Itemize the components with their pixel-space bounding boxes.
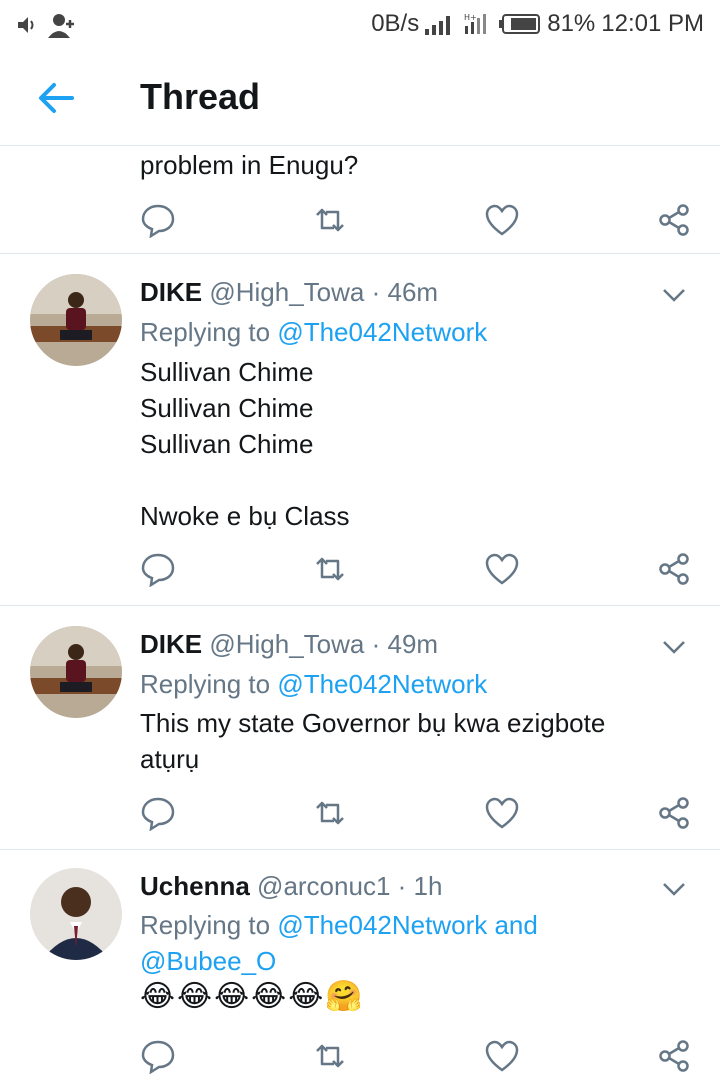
reply-icon[interactable]: [140, 1038, 176, 1074]
partial-tweet: problem in Enugu?: [0, 147, 720, 254]
status-bar: 0B/s H+ 81% 12:01 PM: [0, 0, 720, 50]
tweet-line: [140, 462, 700, 498]
retweet-icon[interactable]: [312, 202, 348, 238]
display-name[interactable]: DIKE: [140, 277, 202, 307]
like-icon[interactable]: [484, 551, 520, 587]
avatar[interactable]: [30, 868, 122, 960]
avatar[interactable]: [30, 274, 122, 366]
share-icon[interactable]: [656, 795, 692, 831]
tweet-line: Sullivan Chime: [140, 393, 314, 423]
add-user-icon: [48, 14, 74, 38]
volume-icon: [18, 17, 34, 33]
tweet-line: Sullivan Chime: [140, 357, 314, 387]
tweet-text: problem in Enugu?: [140, 150, 359, 180]
tweet-emojis: 😂😂😂😂😂🤗: [140, 980, 365, 1013]
user-handle: @arconuc1: [257, 871, 391, 901]
reply-icon[interactable]: [140, 551, 176, 587]
signal-hplus-icon: H+: [464, 13, 487, 34]
tweet-actions: [140, 551, 700, 591]
tweet-text: Sullivan Chime Sullivan Chime Sullivan C…: [140, 354, 700, 534]
tweet-line: This my state Governor bụ kwa ezigbote: [140, 708, 606, 738]
like-icon[interactable]: [484, 795, 520, 831]
svg-text:H+: H+: [464, 13, 477, 22]
avatar[interactable]: [30, 626, 122, 718]
chevron-down-icon[interactable]: [662, 881, 686, 897]
retweet-icon[interactable]: [312, 795, 348, 831]
reply-icon[interactable]: [140, 795, 176, 831]
app-bar: Thread: [0, 50, 720, 146]
user-handle: @High_Towa: [209, 277, 365, 307]
tweet-line: atụrụ: [140, 744, 200, 774]
replying-label: Replying to: [140, 317, 271, 347]
page-title: Thread: [140, 76, 261, 117]
back-arrow-icon[interactable]: [36, 80, 76, 116]
signal-icon: [425, 16, 451, 35]
replying-label: Replying to: [140, 910, 271, 940]
tweet[interactable]: DIKE @High_Towa · 49m Replying to @The04…: [0, 607, 720, 850]
battery-icon: [499, 14, 541, 34]
tweet-time: · 49m: [371, 629, 439, 659]
chevron-down-icon[interactable]: [662, 287, 686, 303]
reply-mention-link[interactable]: @The042Network and: [277, 910, 538, 940]
replying-label: Replying to: [140, 669, 271, 699]
tweet-time: · 1h: [397, 871, 443, 901]
tweet-time: · 46m: [371, 277, 439, 307]
reply-icon[interactable]: [140, 202, 176, 238]
tweet[interactable]: Uchenna @arconuc1 · 1h Replying to @The0…: [0, 851, 720, 1091]
network-speed: 0B/s: [371, 10, 420, 37]
reply-mention-link[interactable]: @The042Network: [277, 669, 487, 699]
tweet-actions: [140, 795, 700, 835]
retweet-icon[interactable]: [312, 1038, 348, 1074]
battery-percent: 81%: [547, 10, 596, 37]
share-icon[interactable]: [656, 202, 692, 238]
tweet-line: Sullivan Chime: [140, 429, 314, 459]
display-name[interactable]: DIKE: [140, 629, 202, 659]
reply-mention-link[interactable]: @Bubee_O: [140, 946, 276, 976]
user-handle: @High_Towa: [209, 629, 365, 659]
like-icon[interactable]: [484, 202, 520, 238]
tweet-actions: [140, 1038, 700, 1078]
display-name[interactable]: Uchenna: [140, 871, 250, 901]
chevron-down-icon[interactable]: [662, 639, 686, 655]
tweet-text: This my state Governor bụ kwa ezigbote a…: [140, 705, 700, 777]
tweet-line: Nwoke e bụ Class: [140, 501, 350, 531]
tweet[interactable]: DIKE @High_Towa · 46m Replying to @The04…: [0, 255, 720, 606]
share-icon[interactable]: [656, 551, 692, 587]
like-icon[interactable]: [484, 1038, 520, 1074]
share-icon[interactable]: [656, 1038, 692, 1074]
retweet-icon[interactable]: [312, 551, 348, 587]
tweet-actions: [140, 202, 700, 242]
clock: 12:01 PM: [601, 10, 704, 37]
reply-mention-link[interactable]: @The042Network: [277, 317, 487, 347]
